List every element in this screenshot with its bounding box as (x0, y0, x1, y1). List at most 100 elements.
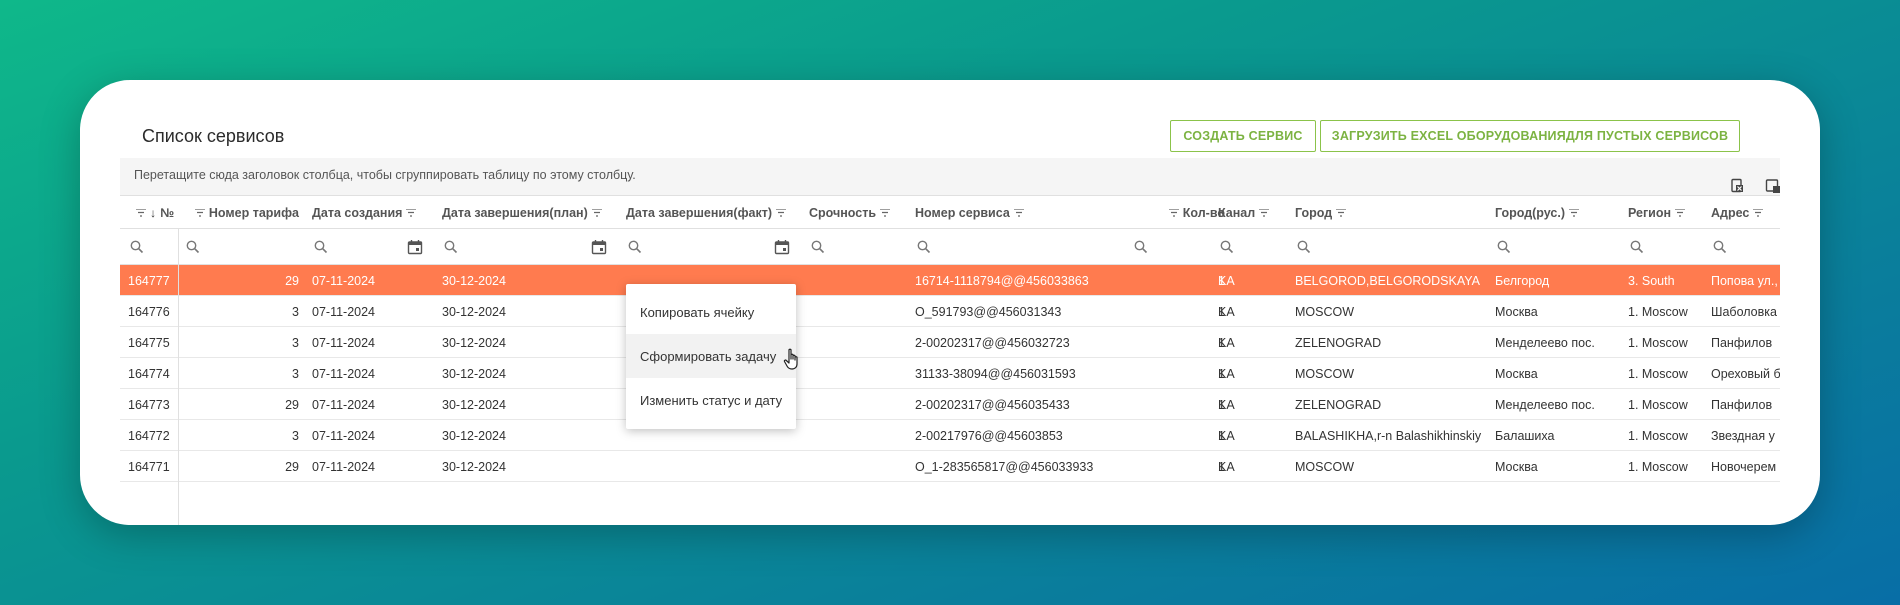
cell-end-plan[interactable]: 30-12-2024 (442, 389, 506, 420)
cell-service-no[interactable]: 31133-38094@@456031593 (915, 358, 1076, 389)
cell-id[interactable]: 164773 (128, 389, 170, 420)
cell-service-no[interactable]: 2-00202317@@456035433 (915, 389, 1070, 420)
column-header-created[interactable]: Дата создания (312, 196, 417, 229)
column-header-tariff[interactable]: Номер тарифа (190, 196, 299, 229)
cell-channel[interactable]: KA (1218, 296, 1235, 327)
filter-urgency-search-icon[interactable] (811, 229, 825, 265)
cell-city-ru[interactable]: Москва (1495, 296, 1620, 327)
cell-city-ru[interactable]: Менделеево пос. (1495, 389, 1620, 420)
cell-city-ru[interactable]: Москва (1495, 358, 1620, 389)
filter-qty-search-icon[interactable] (1134, 229, 1148, 265)
filter-address-search-icon[interactable] (1713, 229, 1727, 265)
column-header-id[interactable]: ↓ № (128, 196, 174, 229)
cell-city[interactable]: MOSCOW (1295, 451, 1485, 482)
cell-city[interactable]: BALASHIKHA,r-n Balashikhinskiy (1295, 420, 1485, 451)
cell-created[interactable]: 07-11-2024 (312, 327, 375, 358)
cell-channel[interactable]: KA (1218, 265, 1235, 296)
cell-tariff[interactable]: 29 (190, 265, 299, 296)
cell-channel[interactable]: KA (1218, 389, 1235, 420)
cell-city-ru[interactable]: Менделеево пос. (1495, 327, 1620, 358)
cell-created[interactable]: 07-11-2024 (312, 389, 375, 420)
filter-created-calendar-icon[interactable] (407, 229, 423, 265)
filter-channel-search-icon[interactable] (1220, 229, 1234, 265)
table-row[interactable]: 164775 3 07-11-2024 30-12-2024 2-0020231… (120, 327, 1780, 358)
cell-end-plan[interactable]: 30-12-2024 (442, 420, 506, 451)
filter-city-search-icon[interactable] (1297, 229, 1311, 265)
cell-city[interactable]: BELGOROD,BELGORODSKAYA (1295, 265, 1485, 296)
cell-id[interactable]: 164776 (128, 296, 170, 327)
cell-qty[interactable]: 1 (1145, 420, 1225, 451)
filter-icon[interactable] (406, 208, 417, 217)
cell-tariff[interactable]: 3 (190, 296, 299, 327)
cell-id[interactable]: 164772 (128, 420, 170, 451)
column-header-service-no[interactable]: Номер сервиса (915, 196, 1024, 229)
cell-city[interactable]: ZELENOGRAD (1295, 389, 1485, 420)
cell-end-plan[interactable]: 30-12-2024 (442, 265, 506, 296)
cell-created[interactable]: 07-11-2024 (312, 265, 375, 296)
filter-icon[interactable] (776, 208, 787, 217)
filter-icon[interactable] (1013, 208, 1024, 217)
filter-city-ru-search-icon[interactable] (1497, 229, 1511, 265)
cell-address[interactable]: Звездная у (1711, 420, 1780, 451)
group-panel[interactable]: Перетащите сюда заголовок столбца, чтобы… (120, 158, 1780, 196)
upload-excel-button[interactable]: ЗАГРУЗИТЬ EXCEL ОБОРУДОВАНИЯДЛЯ ПУСТЫХ С… (1320, 120, 1740, 152)
filter-icon[interactable] (1753, 208, 1764, 217)
table-row[interactable]: 164771 29 07-11-2024 30-12-2024 O_1-2835… (120, 451, 1780, 482)
cell-created[interactable]: 07-11-2024 (312, 358, 375, 389)
filter-end-fact-calendar-icon[interactable] (774, 229, 790, 265)
cell-id[interactable]: 164774 (128, 358, 170, 389)
cell-city-ru[interactable]: Белгород (1495, 265, 1620, 296)
cell-address[interactable]: Панфилов (1711, 327, 1780, 358)
column-header-qty[interactable]: Кол-во (1145, 196, 1225, 229)
column-header-urgency[interactable]: Срочность (809, 196, 891, 229)
column-header-city[interactable]: Город (1295, 196, 1347, 229)
filter-end-fact-search-icon[interactable] (628, 229, 642, 265)
cell-region[interactable]: 1. Moscow (1628, 327, 1706, 358)
table-row[interactable]: 164773 29 07-11-2024 30-12-2024 2-002023… (120, 389, 1780, 420)
cell-id[interactable]: 164771 (128, 451, 170, 482)
filter-service-no-search-icon[interactable] (917, 229, 931, 265)
cell-address[interactable]: Попова ул., (1711, 265, 1780, 296)
cell-created[interactable]: 07-11-2024 (312, 420, 375, 451)
cell-id[interactable]: 164777 (128, 265, 170, 296)
cell-service-no[interactable]: 2-00217976@@45603853 (915, 420, 1063, 451)
cell-city[interactable]: MOSCOW (1295, 296, 1485, 327)
cell-service-no[interactable]: O_1-283565817@@456033933 (915, 451, 1093, 482)
cell-region[interactable]: 1. Moscow (1628, 296, 1706, 327)
filter-icon[interactable] (1336, 208, 1347, 217)
cell-service-no[interactable]: O_591793@@456031343 (915, 296, 1061, 327)
cell-region[interactable]: 1. Moscow (1628, 420, 1706, 451)
filter-icon[interactable] (1675, 208, 1686, 217)
table-row[interactable]: 164772 3 07-11-2024 30-12-2024 2-0021797… (120, 420, 1780, 451)
cell-qty[interactable]: 1 (1145, 389, 1225, 420)
filter-icon[interactable] (591, 208, 602, 217)
filter-id-search-icon[interactable] (130, 229, 144, 265)
cell-created[interactable]: 07-11-2024 (312, 296, 375, 327)
cell-region[interactable]: 1. Moscow (1628, 451, 1706, 482)
cell-address[interactable]: Панфилов (1711, 389, 1780, 420)
cell-service-no[interactable]: 2-00202317@@456032723 (915, 327, 1070, 358)
menu-item-change-status[interactable]: Изменить статус и дату (626, 378, 796, 422)
cell-tariff[interactable]: 29 (190, 389, 299, 420)
create-service-button[interactable]: СОЗДАТЬ СЕРВИС (1170, 120, 1316, 152)
filter-end-plan-calendar-icon[interactable] (591, 229, 607, 265)
cell-tariff[interactable]: 3 (190, 327, 299, 358)
cell-channel[interactable]: KA (1218, 358, 1235, 389)
filter-region-search-icon[interactable] (1630, 229, 1644, 265)
table-row[interactable]: 164776 3 07-11-2024 30-12-2024 O_591793@… (120, 296, 1780, 327)
cell-end-plan[interactable]: 30-12-2024 (442, 296, 506, 327)
cell-service-no[interactable]: 16714-1118794@@456033863 (915, 265, 1089, 296)
column-header-end-fact[interactable]: Дата завершения(факт) (626, 196, 787, 229)
column-header-channel[interactable]: Канал (1218, 196, 1270, 229)
cell-region[interactable]: 3. South (1628, 265, 1706, 296)
export-excel-icon[interactable] (1726, 175, 1748, 197)
filter-icon[interactable] (1259, 208, 1270, 217)
table-row[interactable]: 164777 29 07-11-2024 30-12-2024 16714-11… (120, 265, 1780, 296)
cell-region[interactable]: 1. Moscow (1628, 389, 1706, 420)
cell-qty[interactable]: 1 (1145, 327, 1225, 358)
cell-end-plan[interactable]: 30-12-2024 (442, 358, 506, 389)
cell-channel[interactable]: KA (1218, 451, 1235, 482)
cell-qty[interactable]: 1 (1145, 451, 1225, 482)
cell-id[interactable]: 164775 (128, 327, 170, 358)
filter-tariff-search-icon[interactable] (186, 229, 200, 265)
